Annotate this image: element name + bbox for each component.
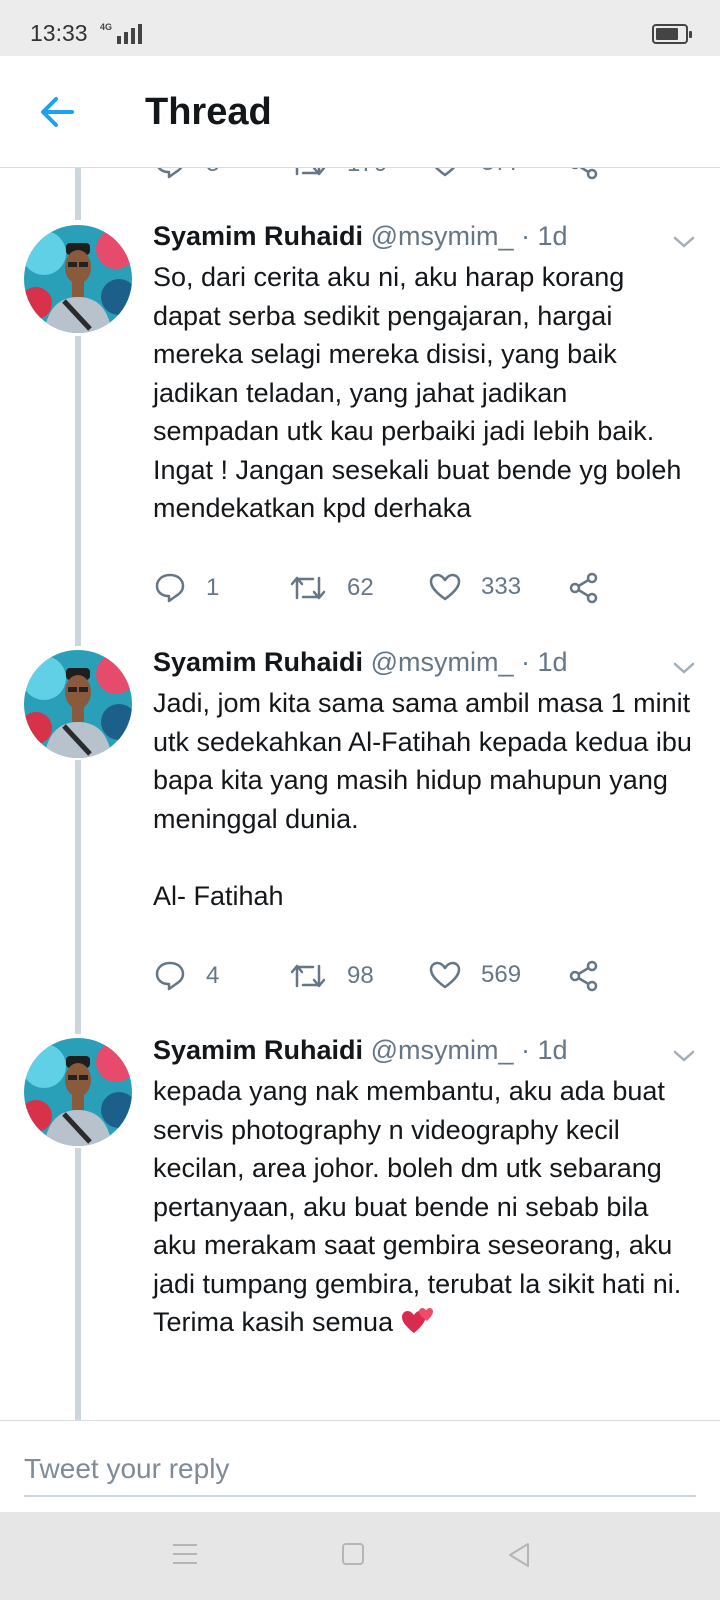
arrow-left-icon (41, 97, 74, 127)
reply-icon (155, 961, 185, 991)
reply-icon (157, 168, 183, 179)
avatar[interactable] (24, 1038, 132, 1146)
like-count: 569 (481, 961, 522, 988)
retweet-button[interactable]: 170 (289, 168, 387, 180)
system-nav-bar (0, 1512, 720, 1600)
tweet-text: So, dari cerita aku ni, aku harap korang… (153, 262, 682, 523)
two-hearts-icon (401, 1308, 433, 1333)
like-count: 377 (481, 168, 521, 177)
battery-icon (652, 24, 692, 44)
author-name[interactable]: Syamim Ruhaidi (153, 1035, 363, 1065)
retweet-count: 170 (347, 168, 387, 178)
back-triangle-icon[interactable] (506, 1542, 532, 1568)
battery-level (656, 28, 679, 40)
avatar[interactable] (24, 650, 132, 758)
reply-count: 4 (206, 962, 220, 989)
chevron-down-icon[interactable] (672, 660, 696, 676)
tweet-time: · 1d (521, 647, 568, 677)
thread-connector (75, 760, 81, 1034)
reply-button[interactable]: 3 (154, 168, 219, 180)
tweet-text: Jadi, jom kita sama sama ambil masa 1 mi… (153, 688, 692, 911)
share-icon (569, 572, 598, 604)
thread-connector (75, 168, 81, 220)
reply-icon (155, 573, 185, 603)
like-button[interactable]: 333 (429, 572, 521, 602)
retweet-count: 62 (347, 574, 374, 601)
author-name[interactable]: Syamim Ruhaidi (153, 647, 363, 677)
like-button[interactable]: 569 (429, 960, 521, 990)
profile-photo (24, 650, 132, 758)
network-type: 4G (100, 22, 113, 32)
tweet-time: · 1d (521, 1035, 568, 1065)
status-time: 13:33 (30, 20, 88, 46)
share-icon (571, 168, 598, 180)
profile-photo (24, 1038, 132, 1146)
profile-photo (24, 225, 132, 333)
chevron-down-icon[interactable] (672, 234, 696, 250)
retweet-icon (295, 168, 326, 176)
author-name[interactable]: Syamim Ruhaidi (153, 221, 363, 251)
heart-icon (434, 168, 456, 177)
avatar[interactable] (24, 225, 132, 333)
app-header: Thread (0, 56, 720, 168)
thread-connector (75, 1148, 81, 1420)
tweet-header: Syamim Ruhaidi @msymim_ · 1d (153, 221, 568, 252)
status-bar: 13:33 4G (0, 0, 720, 56)
signal-icon: 4G (100, 22, 143, 44)
heart-icon (429, 573, 461, 601)
share-button[interactable] (568, 168, 600, 180)
share-button[interactable] (568, 572, 600, 604)
like-count: 333 (481, 573, 522, 600)
like-button[interactable]: 377 (429, 168, 521, 178)
author-handle: @msymim_ (370, 1035, 514, 1065)
reply-input[interactable] (24, 1449, 696, 1497)
menu-icon[interactable] (172, 1542, 198, 1566)
tweet-text-body: kepada yang nak membantu, aku ada buat s… (153, 1076, 682, 1337)
reply-count: 3 (206, 168, 219, 178)
share-icon (569, 960, 598, 992)
retweet-icon (290, 576, 326, 600)
reply-bar (0, 1420, 720, 1518)
author-handle: @msymim_ (370, 221, 514, 251)
thread-connector (75, 336, 81, 646)
page-title: Thread (145, 91, 272, 133)
tweet-header: Syamim Ruhaidi @msymim_ · 1d (153, 1035, 568, 1066)
previous-tweet-actions: 3 170 377 (154, 168, 634, 188)
thread-timeline[interactable]: 3 170 377 Syamim Ruhaidi (0, 168, 720, 1420)
retweet-button[interactable]: 62 (289, 572, 374, 604)
retweet-count: 98 (347, 962, 374, 989)
reply-button[interactable]: 1 (154, 572, 219, 604)
tweet-header: Syamim Ruhaidi @msymim_ · 1d (153, 647, 568, 678)
tweet-text: kepada yang nak membantu, aku ada buat s… (153, 1072, 693, 1342)
tweet-actions: 4 98 569 (154, 960, 634, 1000)
heart-icon (429, 961, 461, 989)
home-square-icon[interactable] (341, 1542, 365, 1566)
author-handle: @msymim_ (370, 647, 514, 677)
reply-button[interactable]: 4 (154, 960, 219, 992)
retweet-button[interactable]: 98 (289, 960, 374, 992)
reply-count: 1 (206, 574, 220, 601)
retweet-icon (290, 964, 326, 988)
chevron-down-icon[interactable] (672, 1048, 696, 1064)
tweet-time: · 1d (521, 221, 568, 251)
tweet-actions: 1 62 333 (154, 572, 634, 612)
share-button[interactable] (568, 960, 600, 992)
back-button[interactable] (38, 94, 78, 130)
